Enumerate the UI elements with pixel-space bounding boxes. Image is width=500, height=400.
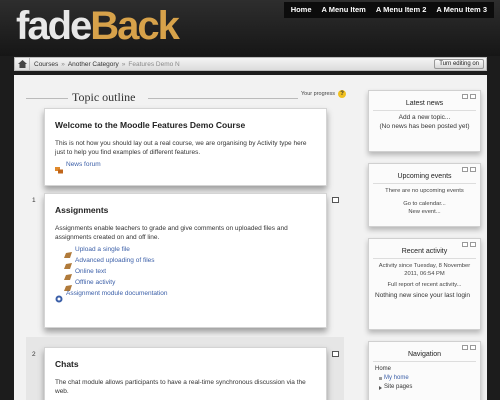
new-event-link[interactable]: New event... xyxy=(375,208,474,216)
hide-icon[interactable] xyxy=(470,345,476,350)
hide-icon[interactable] xyxy=(470,242,476,247)
intro-heading: Welcome to the Moodle Features Demo Cour… xyxy=(55,120,246,130)
section-summary: Assignments enable teachers to grade and… xyxy=(55,225,288,241)
nav-item[interactable]: My home xyxy=(379,374,474,383)
navigation-tree: Home My home Site pages xyxy=(375,365,474,392)
dock-icon[interactable] xyxy=(462,94,468,99)
logo-fade-text: fade xyxy=(16,4,92,48)
block-controls[interactable] xyxy=(462,167,476,172)
section-highlight-toggle[interactable] xyxy=(332,351,339,357)
activity-news-forum[interactable]: News forum xyxy=(55,161,316,174)
course-main: Topic outline Your progress ? Welcome to… xyxy=(14,75,360,400)
assignment-icon xyxy=(64,268,72,280)
breadcrumb-current: Features Demo N xyxy=(128,60,180,68)
block-navigation: Navigation Home My home Site pages xyxy=(368,341,481,400)
forum-icon xyxy=(55,161,63,174)
intro-text: This is not how you should lay out a rea… xyxy=(55,140,307,156)
no-news-text: (No news has been posted yet) xyxy=(379,122,470,130)
documentation-icon xyxy=(55,290,63,303)
assignment-icon xyxy=(64,257,72,269)
section-summary: The chat module allows participants to h… xyxy=(55,379,306,395)
expand-icon xyxy=(379,385,382,390)
block-title: Upcoming events xyxy=(397,173,452,180)
activity-link[interactable]: Online text xyxy=(75,268,106,275)
activity-item[interactable]: Offline activity xyxy=(64,279,316,291)
progress-label: Your progress xyxy=(301,91,336,97)
block-controls[interactable] xyxy=(462,242,476,247)
block-title: Latest news xyxy=(405,100,444,107)
activity-item[interactable]: Assignment module documentation xyxy=(55,290,316,303)
dock-icon[interactable] xyxy=(462,242,468,247)
top-menu: Home A Menu Item A Menu Item 2 A Menu It… xyxy=(283,2,494,18)
breadcrumb-separator: » xyxy=(121,60,126,68)
menu-item-3[interactable]: A Menu Item 3 xyxy=(431,2,492,18)
section-highlight-toggle[interactable] xyxy=(332,197,339,203)
section-heading: Assignments xyxy=(55,205,109,215)
breadcrumb-separator: » xyxy=(61,60,65,68)
divider xyxy=(373,110,476,111)
divider xyxy=(26,98,68,99)
dock-icon[interactable] xyxy=(462,345,468,350)
section-number: 1 xyxy=(32,197,36,204)
page-title: Topic outline xyxy=(72,90,136,104)
home-icon[interactable] xyxy=(15,58,30,70)
block-controls[interactable] xyxy=(462,94,476,99)
progress-indicator: Your progress ? xyxy=(301,90,347,98)
nav-site-pages[interactable]: Site pages xyxy=(384,383,412,392)
page-content: Topic outline Your progress ? Welcome to… xyxy=(14,75,487,400)
intro-section: Welcome to the Moodle Features Demo Cour… xyxy=(44,108,327,186)
assignment-icon xyxy=(64,246,72,258)
news-forum-link[interactable]: News forum xyxy=(66,161,101,168)
add-topic-link[interactable]: Add a new topic... xyxy=(375,114,474,123)
nav-item[interactable]: Site pages xyxy=(379,383,474,392)
nav-my-home[interactable]: My home xyxy=(384,374,409,383)
activity-since-text: Activity since Tuesday, 8 November 2011,… xyxy=(378,263,471,277)
hide-icon[interactable] xyxy=(470,94,476,99)
dock-icon[interactable] xyxy=(462,167,468,172)
divider xyxy=(373,183,476,184)
section-heading: Chats xyxy=(55,359,79,369)
logo-back-text: Back xyxy=(90,4,180,48)
breadcrumb-courses[interactable]: Courses xyxy=(34,61,58,68)
activity-link[interactable]: Offline activity xyxy=(75,279,115,286)
section-assignments: Assignments Assignments enable teachers … xyxy=(44,193,327,328)
menu-home[interactable]: Home xyxy=(286,2,317,18)
site-logo[interactable]: fadeBack xyxy=(16,4,180,48)
bullet-icon xyxy=(379,377,382,380)
assignment-icon xyxy=(64,279,72,291)
block-title: Recent activity xyxy=(401,248,448,255)
breadcrumb-category[interactable]: Another Category xyxy=(68,61,119,68)
turn-editing-on-button[interactable]: Turn editing on xyxy=(434,59,484,69)
full-report-link[interactable]: Full report of recent activity... xyxy=(375,281,474,289)
menu-item-2[interactable]: A Menu Item 2 xyxy=(371,2,432,18)
block-latest-news: Latest news Add a new topic... (No news … xyxy=(368,90,481,152)
activity-item[interactable]: Advanced uploading of files xyxy=(64,257,316,269)
menu-item-1[interactable]: A Menu Item xyxy=(317,2,371,18)
activity-link[interactable]: Upload a single file xyxy=(75,246,130,253)
activity-item[interactable]: Upload a single file xyxy=(64,246,316,258)
block-title: Navigation xyxy=(407,351,442,358)
breadcrumb: Courses » Another Category » Features De… xyxy=(14,57,487,71)
help-icon[interactable]: ? xyxy=(338,90,347,98)
divider xyxy=(148,98,298,99)
block-recent-activity: Recent activity Activity since Tuesday, … xyxy=(368,238,481,330)
go-to-calendar-link[interactable]: Go to calendar... xyxy=(375,200,474,208)
site-header: fadeBack Home A Menu Item A Menu Item 2 … xyxy=(0,0,500,56)
activity-link[interactable]: Advanced uploading of files xyxy=(75,257,155,264)
nav-home[interactable]: Home xyxy=(375,365,474,374)
hide-icon[interactable] xyxy=(470,167,476,172)
activity-item[interactable]: Online text xyxy=(64,268,316,280)
divider xyxy=(373,361,476,362)
no-events-text: There are no upcoming events xyxy=(385,188,464,194)
documentation-link[interactable]: Assignment module documentation xyxy=(66,290,168,297)
divider xyxy=(373,258,476,259)
nothing-new-text: Nothing new since your last login xyxy=(375,292,471,299)
block-upcoming-events: Upcoming events There are no upcoming ev… xyxy=(368,163,481,227)
block-controls[interactable] xyxy=(462,345,476,350)
section-number: 2 xyxy=(32,351,36,358)
section-chats: Chats The chat module allows participant… xyxy=(44,347,327,400)
